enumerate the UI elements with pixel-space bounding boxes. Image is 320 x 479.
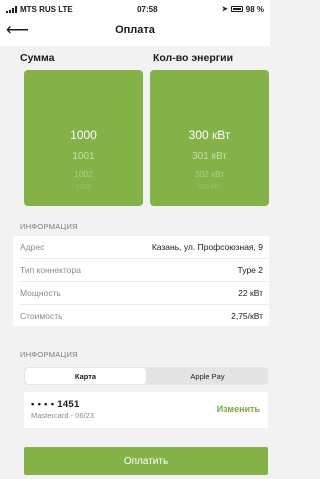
status-right: ➤ 98 % xyxy=(222,5,264,14)
energy-picker-option[interactable]: 303 кВт xyxy=(150,184,269,191)
status-bar: MTS RUS LTE 07:58 ➤ 98 % xyxy=(0,0,270,18)
change-card-link[interactable]: Изменить xyxy=(217,404,260,414)
pay-button[interactable]: Оплатить xyxy=(24,447,268,475)
info-value: Type 2 xyxy=(237,265,263,275)
card-details: Mastercard - 06/23 xyxy=(31,411,94,420)
info-row-power: Мощность 22 кВт xyxy=(13,282,269,304)
sum-picker-option[interactable]: 1002 xyxy=(24,169,143,179)
sum-picker-option[interactable]: 1003 xyxy=(24,184,143,191)
carrier-label: MTS RUS LTE xyxy=(20,4,73,14)
battery-icon xyxy=(230,6,243,12)
location-icon: ➤ xyxy=(221,6,228,13)
info-value: Казань, ул. Профсоюзная, 9 xyxy=(151,242,263,252)
header: ⟵ Оплата xyxy=(0,18,270,46)
signal-icon xyxy=(6,5,17,13)
status-time: 07:58 xyxy=(137,4,158,14)
sum-picker-option[interactable]: 1001 xyxy=(24,151,143,162)
energy-picker-selected[interactable]: 300 кВт xyxy=(150,128,269,142)
info-value: 22 кВт xyxy=(238,288,263,298)
info-row-price: Стоимость 2,75/кВт xyxy=(13,305,269,327)
energy-picker-option[interactable]: 301 кВт xyxy=(150,151,269,162)
info-label: Тип коннектора xyxy=(20,265,81,275)
info-value: 2,75/кВт xyxy=(231,311,263,321)
energy-picker[interactable]: 300 кВт 301 кВт 302 кВт 303 кВт xyxy=(150,70,269,206)
sum-picker-selected[interactable]: 1000 xyxy=(24,128,143,142)
status-left: MTS RUS LTE xyxy=(6,5,73,14)
info-row-address: Адрес Казань, ул. Профсоюзная, 9 xyxy=(13,236,269,258)
sum-picker[interactable]: 1000 1001 1002 1003 xyxy=(24,70,143,206)
page-title: Оплата xyxy=(115,24,155,36)
card-number: • • • • 1451 xyxy=(31,399,80,410)
battery-percent: 98 % xyxy=(245,4,264,14)
tab-apple-pay[interactable]: Apple Pay xyxy=(147,367,268,385)
saved-card[interactable]: • • • • 1451 Mastercard - 06/23 Изменить xyxy=(24,392,268,428)
info-label: Стоимость xyxy=(20,311,63,321)
energy-picker-option[interactable]: 302 кВт xyxy=(150,169,269,179)
tab-card[interactable]: Карта xyxy=(25,368,146,384)
info-card: Адрес Казань, ул. Профсоюзная, 9 Тип кон… xyxy=(13,236,269,326)
payment-method-tabs: Карта Apple Pay xyxy=(24,367,268,385)
info-label: Мощность xyxy=(20,288,61,298)
payment-section-caption: ИНФОРМАЦИЯ xyxy=(20,350,78,359)
info-section-caption: ИНФОРМАЦИЯ xyxy=(20,222,78,231)
info-row-connector: Тип коннектора Type 2 xyxy=(13,259,269,281)
energy-label: Кол-во энергии xyxy=(153,52,234,64)
sum-label: Сумма xyxy=(20,52,55,64)
info-label: Адрес xyxy=(20,242,45,252)
